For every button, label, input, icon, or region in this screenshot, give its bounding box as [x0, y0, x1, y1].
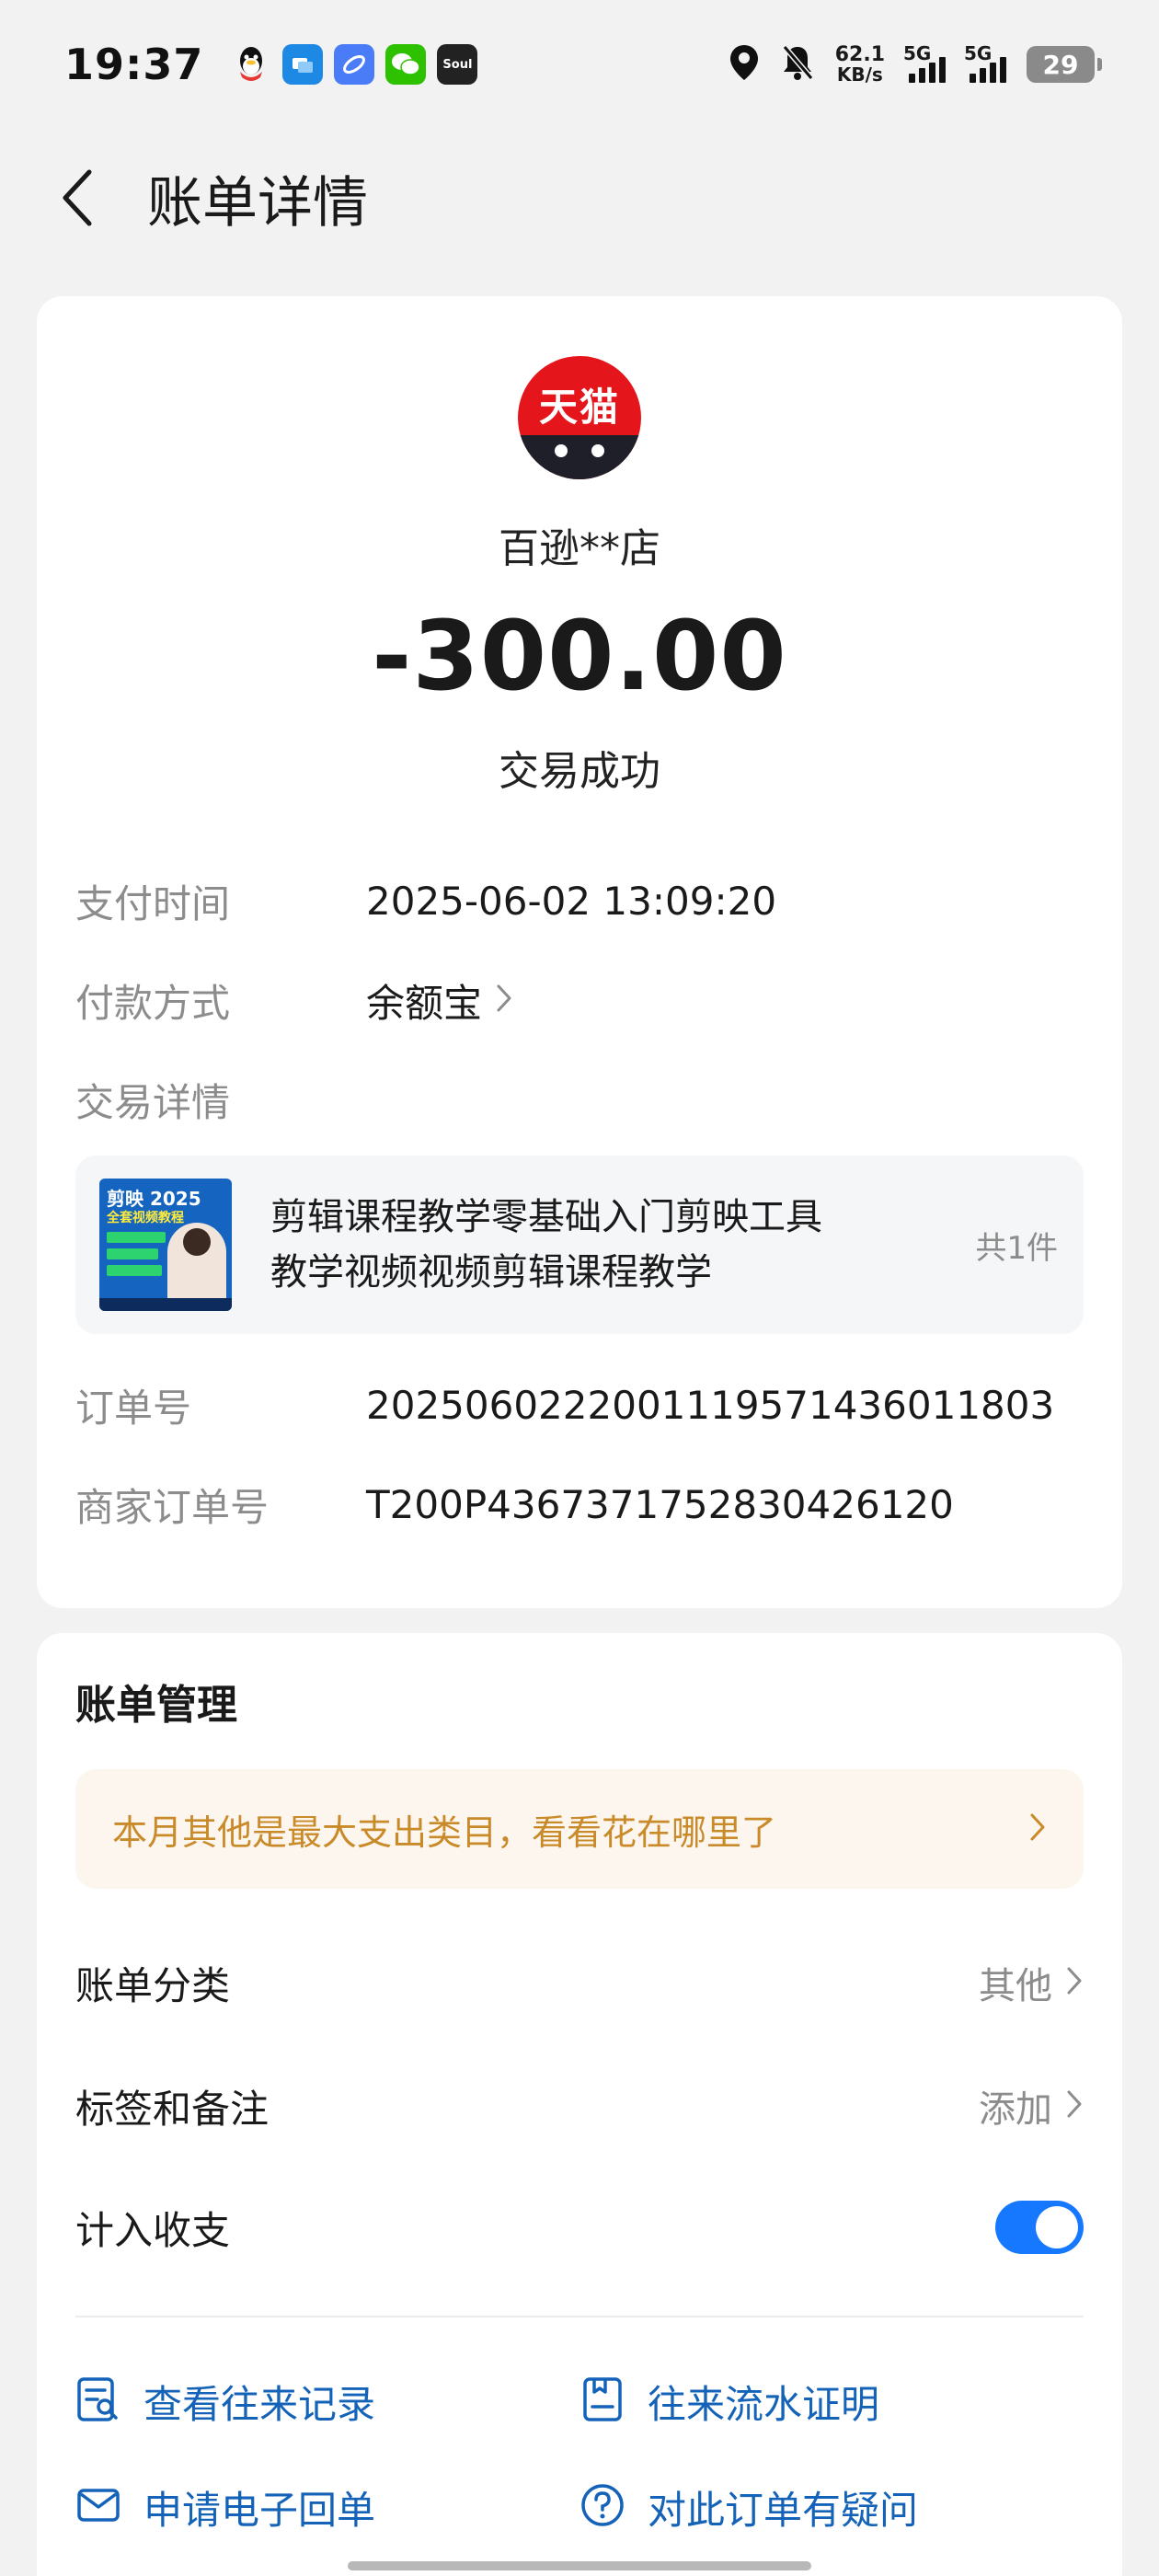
section-title: 账单管理 [75, 1682, 237, 1729]
merchant-order-value: T200P4367371752830426120 [366, 1481, 954, 1527]
notification-icons: Soul [231, 44, 478, 85]
pay-method-row[interactable]: 付款方式 余额宝 [75, 972, 1084, 1028]
tags-row[interactable]: 标签和备注 添加 [75, 2069, 1084, 2143]
product-card[interactable]: 剪映 2025 全套视频教程 剪辑课程教学零基础入门剪映工具 教学视频视频剪辑课… [75, 1156, 1084, 1334]
page-title: 账单详情 [147, 170, 368, 236]
browser-app-icon [334, 44, 375, 85]
spending-tip-banner[interactable]: 本月其他是最大支出类目，看看花在哪里了 [75, 1769, 1084, 1889]
chevron-right-icon [1028, 1811, 1047, 1846]
chevron-right-icon [495, 978, 513, 1023]
product-title: 剪辑课程教学零基础入门剪映工具 教学视频视频剪辑课程教学 [270, 1190, 914, 1300]
message-app-icon [282, 44, 324, 85]
qq-icon [231, 44, 271, 85]
status-right: 62.1 KB/s 5G 5G 29 [729, 42, 1102, 86]
soul-app-icon: Soul [437, 44, 478, 85]
include-label: 计入收支 [75, 2207, 231, 2253]
order-no-label: 订单号 [75, 1385, 192, 1431]
merchant-order-row: 商家订单号 T200P4367371752830426120 [75, 1477, 1084, 1532]
net-speed-value: 62.1 [834, 42, 885, 66]
pay-method-value: 余额宝 [366, 980, 483, 1026]
product-thumbnail: 剪映 2025 全套视频教程 [99, 1179, 232, 1311]
tags-label: 标签和备注 [75, 2086, 270, 2132]
history-action[interactable]: 查看往来记录 [75, 2364, 375, 2438]
order-no-row: 订单号 2025060222001119571436011803 [75, 1377, 1084, 1432]
e-receipt-label: 申请电子回单 [143, 2487, 376, 2533]
net-speed-unit: KB/s [836, 63, 883, 86]
status-bar: 19:37 Soul 62.1 KB/s 5G 5G 29 [0, 0, 1159, 129]
pay-method-value-wrap[interactable]: 余额宝 [366, 972, 513, 1029]
trade-detail-row: 交易详情 [75, 1072, 1084, 1127]
chevron-right-icon [1065, 1965, 1084, 2000]
signal-sim1-icon: 5G [903, 42, 946, 83]
signal-sim2-icon: 5G [964, 42, 1006, 83]
thumb-title: 剪映 2025 [107, 1188, 201, 1210]
home-indicator[interactable] [348, 2561, 811, 2570]
pay-time-label: 支付时间 [75, 880, 231, 926]
divider [75, 2316, 1084, 2317]
e-receipt-action[interactable]: 申请电子回单 [75, 2470, 375, 2544]
flow-proof-action[interactable]: 往来流水证明 [580, 2364, 879, 2438]
pay-method-label: 付款方式 [75, 980, 231, 1026]
flow-proof-label: 往来流水证明 [648, 2381, 880, 2427]
include-row: 计入收支 [75, 2191, 1084, 2264]
location-icon [729, 43, 760, 86]
header: 账单详情 [0, 147, 1159, 248]
mail-icon [75, 2485, 121, 2529]
bell-muted-icon [780, 43, 815, 86]
product-title-line2: 教学视频视频剪辑课程教学 [270, 1251, 712, 1294]
trade-detail-label: 交易详情 [75, 1079, 231, 1125]
question-label: 对此订单有疑问 [648, 2487, 919, 2533]
question-action[interactable]: 对此订单有疑问 [580, 2470, 918, 2544]
tmall-cat-icon [518, 435, 641, 479]
bill-manage-card: 账单管理 本月其他是最大支出类目，看看花在哪里了 账单分类 其他 标签和备注 添… [37, 1633, 1122, 2576]
thumb-subtitle: 全套视频教程 [107, 1211, 184, 1225]
include-toggle[interactable] [995, 2201, 1084, 2254]
record-search-icon [75, 2375, 121, 2427]
tags-value: 添加 [979, 2088, 1052, 2131]
chevron-right-icon [1065, 2088, 1084, 2123]
tip-text: 本月其他是最大支出类目，看看花在哪里了 [112, 1811, 777, 1853]
merchant-order-label: 商家订单号 [75, 1484, 270, 1530]
merchant-name: 百逊**店 [499, 525, 660, 572]
product-count: 共1件 [975, 1229, 1058, 1267]
net-speed: 62.1 KB/s [835, 44, 885, 85]
question-circle-icon [580, 2482, 625, 2532]
trade-status: 交易成功 [499, 748, 660, 795]
back-arrow-icon[interactable] [35, 156, 118, 239]
sim1-label: 5G [903, 42, 932, 64]
document-icon [580, 2375, 625, 2427]
battery-icon: 29 [1027, 46, 1102, 83]
order-no-value: 2025060222001119571436011803 [366, 1382, 1055, 1428]
history-label: 查看往来记录 [143, 2381, 376, 2427]
pay-time-row: 支付时间 2025-06-02 13:09:20 [75, 873, 1084, 928]
category-value: 其他 [979, 1965, 1052, 2007]
category-row[interactable]: 账单分类 其他 [75, 1946, 1084, 2019]
wechat-icon [385, 44, 427, 85]
category-label: 账单分类 [75, 1962, 231, 2008]
bill-detail-card: 天猫 百逊**店 -300.00 交易成功 支付时间 2025-06-02 13… [37, 296, 1122, 1608]
merchant-logo: 天猫 [518, 356, 641, 479]
sim2-label: 5G [964, 42, 993, 64]
merchant-logo-text: 天猫 [538, 385, 620, 430]
product-title-line1: 剪辑课程教学零基础入门剪映工具 [270, 1196, 822, 1238]
pay-time-value: 2025-06-02 13:09:20 [366, 878, 777, 924]
amount: -300.00 [372, 600, 787, 712]
status-time: 19:37 [64, 40, 204, 89]
